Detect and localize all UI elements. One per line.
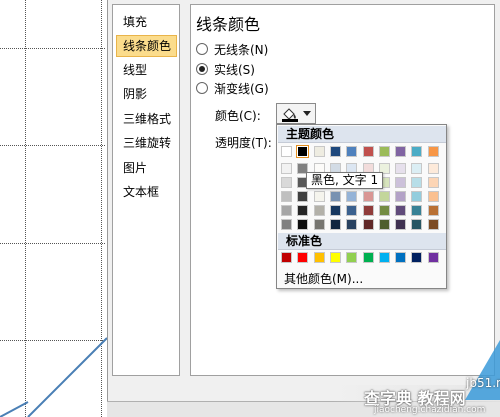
standard-color-swatch[interactable] — [281, 252, 292, 263]
standard-color-swatch[interactable] — [297, 252, 309, 263]
theme-color-swatch[interactable] — [411, 163, 423, 174]
theme-colors-header: 主题颜色 — [278, 126, 446, 143]
theme-color-swatch[interactable] — [297, 219, 309, 230]
radio-label: 实线(S) — [214, 62, 255, 77]
nav-item-3d-format[interactable]: 三维格式 — [116, 108, 177, 130]
theme-color-swatch[interactable] — [427, 146, 439, 157]
standard-color-swatch[interactable] — [313, 252, 325, 263]
theme-color-swatch[interactable] — [297, 191, 309, 202]
theme-color-swatch[interactable] — [362, 191, 374, 202]
theme-color-swatch[interactable] — [378, 191, 390, 202]
theme-color-swatch[interactable] — [281, 177, 292, 188]
theme-color-swatch[interactable] — [346, 219, 358, 230]
theme-color-swatch[interactable] — [296, 145, 310, 158]
theme-color-swatch[interactable] — [313, 219, 325, 230]
standard-color-swatch[interactable] — [362, 252, 374, 263]
theme-color-swatch[interactable] — [281, 146, 292, 157]
theme-color-swatch[interactable] — [297, 205, 309, 216]
transparency-label: 透明度(T): — [215, 136, 272, 150]
theme-color-swatch[interactable] — [346, 146, 358, 157]
theme-color-swatch[interactable] — [378, 146, 390, 157]
radio-button[interactable] — [196, 63, 208, 75]
theme-color-swatch[interactable] — [411, 219, 423, 230]
theme-color-swatch[interactable] — [281, 163, 292, 174]
nav-item-line-color[interactable]: 线条颜色 — [116, 35, 177, 57]
theme-color-swatch[interactable] — [395, 191, 407, 202]
standard-colors-header: 标准色 — [278, 233, 446, 250]
color-tooltip: 黑色, 文字 1 — [306, 172, 384, 189]
nav-item-picture[interactable]: 图片 — [116, 157, 177, 179]
standard-color-swatch[interactable] — [411, 252, 423, 263]
theme-color-swatch[interactable] — [427, 177, 439, 188]
theme-color-swatch[interactable] — [281, 205, 292, 216]
radio-gradient-line[interactable]: 渐变线(G) — [196, 79, 269, 97]
theme-color-swatch[interactable] — [427, 219, 439, 230]
theme-color-swatch[interactable] — [411, 205, 423, 216]
color-label: 颜色(C): — [215, 109, 261, 123]
theme-color-swatch[interactable] — [378, 219, 390, 230]
radio-label: 渐变线(G) — [214, 81, 269, 96]
standard-color-swatch[interactable] — [346, 252, 358, 263]
theme-color-swatch[interactable] — [378, 205, 390, 216]
theme-color-swatch[interactable] — [281, 191, 292, 202]
radio-button[interactable] — [196, 43, 208, 55]
theme-color-swatch[interactable] — [281, 219, 292, 230]
theme-color-swatch[interactable] — [427, 205, 439, 216]
selected-line-shape[interactable] — [0, 0, 110, 417]
theme-color-swatch[interactable] — [411, 177, 423, 188]
watermark-url: jiaocheng.chazidian.com — [374, 405, 486, 415]
theme-color-swatch[interactable] — [329, 205, 341, 216]
nav-item-text-box[interactable]: 文本框 — [116, 181, 177, 203]
chevron-down-icon — [303, 111, 311, 116]
theme-color-swatch[interactable] — [362, 146, 374, 157]
standard-color-swatch[interactable] — [427, 252, 439, 263]
theme-color-swatch[interactable] — [329, 146, 341, 157]
theme-color-swatch[interactable] — [395, 146, 407, 157]
standard-color-swatch[interactable] — [378, 252, 390, 263]
theme-color-swatch[interactable] — [313, 146, 325, 157]
theme-color-swatch[interactable] — [411, 191, 423, 202]
theme-color-swatch[interactable] — [329, 191, 341, 202]
watermark-site: jb51.net — [466, 376, 500, 390]
radio-label: 无线条(N) — [214, 42, 269, 57]
theme-color-swatch[interactable] — [411, 146, 423, 157]
theme-color-swatch[interactable] — [346, 205, 358, 216]
more-colors-item[interactable]: 其他颜色(M)... — [280, 271, 363, 288]
theme-color-swatch[interactable] — [427, 191, 439, 202]
nav-item-shadow[interactable]: 阴影 — [116, 83, 177, 105]
theme-color-swatch[interactable] — [329, 219, 341, 230]
color-dropdown-button[interactable] — [276, 103, 316, 124]
theme-color-swatch[interactable] — [395, 205, 407, 216]
nav-item-fill[interactable]: 填充 — [116, 11, 177, 33]
standard-color-swatch[interactable] — [395, 252, 407, 263]
slide-canvas[interactable] — [0, 0, 110, 417]
standard-color-swatch[interactable] — [329, 252, 341, 263]
nav-item-3d-rotation[interactable]: 三维旋转 — [116, 132, 177, 154]
paint-bucket-icon — [282, 107, 298, 122]
theme-color-swatch[interactable] — [313, 205, 325, 216]
theme-color-swatch[interactable] — [362, 219, 374, 230]
panel-title: 线条颜色 — [196, 15, 261, 34]
nav-item-line-style[interactable]: 线型 — [116, 59, 177, 81]
theme-color-swatch[interactable] — [395, 177, 407, 188]
theme-color-swatch[interactable] — [395, 163, 407, 174]
radio-solid-line[interactable]: 实线(S) — [196, 60, 255, 78]
theme-color-swatch[interactable] — [313, 191, 325, 202]
radio-button[interactable] — [196, 82, 208, 94]
theme-color-swatch[interactable] — [395, 219, 407, 230]
theme-color-swatch[interactable] — [362, 205, 374, 216]
theme-color-swatch[interactable] — [346, 191, 358, 202]
radio-no-line[interactable]: 无线条(N) — [196, 40, 268, 58]
category-list: 填充 线条颜色 线型 阴影 三维格式 三维旋转 图片 文本框 — [112, 4, 180, 376]
theme-color-swatch[interactable] — [427, 163, 439, 174]
